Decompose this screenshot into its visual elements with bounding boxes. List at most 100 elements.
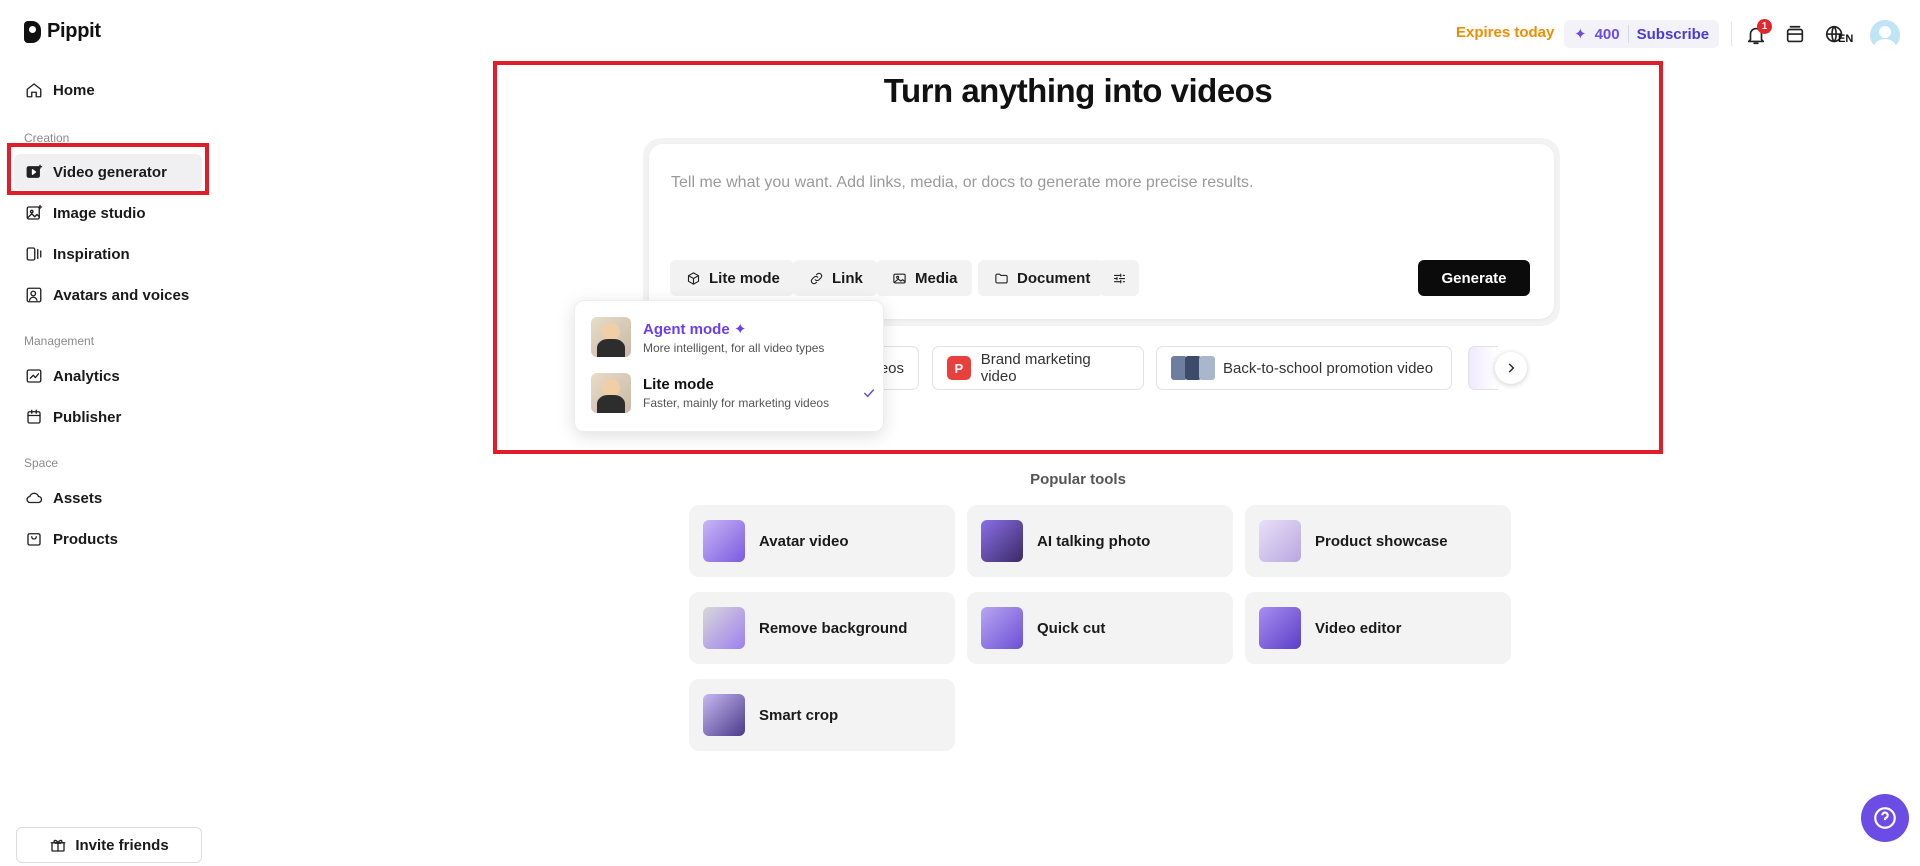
sidebar-item-assets[interactable]: Assets [14,480,202,516]
sidebar-item-label: Assets [53,489,103,507]
suggestion-chip-back-to-school[interactable]: Back-to-school promotion video [1156,346,1452,390]
suggestion-thumbnail [1171,356,1215,380]
pippit-logo[interactable]: Pippit [24,20,101,43]
page-title: Turn anything into videos [883,72,1273,109]
sidebar-item-analytics[interactable]: Analytics [14,358,202,394]
sidebar-item-label: Image studio [53,204,146,222]
mode-selector-button[interactable]: Lite mode [670,260,794,296]
avatar-video-thumbnail [703,520,745,562]
tool-label: Quick cut [1037,619,1106,637]
sidebar-item-label: Products [53,530,119,548]
credits-divider [1627,25,1629,43]
smart-crop-thumbnail [703,694,745,736]
quick-cut-thumbnail [981,607,1023,649]
credits-count: 400 [1594,25,1620,43]
tool-avatar-video[interactable]: Avatar video [689,505,955,577]
invite-friends-label: Invite friends [75,836,169,854]
lite-mode-title: Lite mode [643,376,714,393]
tool-video-editor[interactable]: Video editor [1245,592,1511,664]
sidebar-item-label: Avatars and voices [53,286,190,304]
sidebar-item-products[interactable]: Products [14,521,202,557]
gift-icon [49,836,67,854]
section-label-space: Space [24,456,59,470]
media-button[interactable]: Media [876,260,972,296]
product-showcase-thumbnail [1259,520,1301,562]
help-button[interactable] [1861,794,1909,842]
bag-icon [25,530,43,548]
image-icon [890,269,908,287]
sliders-icon [1110,269,1128,287]
calendar-icon [25,408,43,426]
checkmark-icon [861,385,877,406]
prompt-input[interactable]: Tell me what you want. Add links, media,… [671,174,1254,192]
suggestion-chip-brand-marketing[interactable]: P Brand marketing video [932,346,1144,390]
link-label: Link [832,269,863,287]
mode-dropdown-menu: Agent mode ✦ More intelligent, for all v… [574,300,884,432]
question-icon [1874,807,1896,829]
tool-quick-cut[interactable]: Quick cut [967,592,1233,664]
suggestion-label: Back-to-school promotion video [1223,359,1434,377]
sidebar-item-label: Inspiration [53,245,130,263]
sidebar-item-image-studio[interactable]: Image studio [14,195,202,231]
suggestion-label: Brand marketing video [980,351,1091,385]
media-label: Media [915,269,958,287]
wallet-icon[interactable] [1782,22,1808,48]
video-generator-icon [25,163,43,181]
popular-tools-heading: Popular tools [1030,471,1126,488]
tool-label: AI talking photo [1037,532,1151,550]
lite-mode-description: Faster, mainly for marketing videos [643,396,830,410]
tool-product-showcase[interactable]: Product showcase [1245,505,1511,577]
notification-badge: 1 [1757,19,1772,34]
document-button[interactable]: Document [978,260,1105,296]
chart-icon [25,367,43,385]
ai-talking-photo-thumbnail [981,520,1023,562]
settings-button[interactable] [1099,260,1139,296]
lite-mode-thumbnail [591,373,631,413]
link-icon [807,269,825,287]
language-code[interactable]: EN [1838,33,1853,45]
link-button[interactable]: Link [793,260,877,296]
expires-notice[interactable]: Expires today [1456,24,1554,41]
prompt-box[interactable]: Tell me what you want. Add links, media,… [649,144,1554,319]
tool-label: Smart crop [759,706,839,724]
chevron-right-icon [1508,363,1515,373]
user-avatar[interactable] [1870,20,1900,50]
suggestion-chip-partial [1468,346,1498,390]
tool-smart-crop[interactable]: Smart crop [689,679,955,751]
inspiration-icon [25,245,43,263]
section-label-management: Management [24,334,95,348]
sidebar-item-publisher[interactable]: Publisher [14,399,202,435]
sidebar-item-avatars-voices[interactable]: Avatars and voices [14,277,202,313]
sidebar-item-label: Analytics [53,367,120,385]
sidebar-item-home[interactable]: Home [14,72,202,108]
sparkle-icon: ✦ [733,320,747,338]
topbar-divider [1731,22,1732,46]
mode-option-lite[interactable]: Lite mode Faster, mainly for marketing v… [591,371,875,415]
invite-friends-button[interactable]: Invite friends [16,827,202,863]
suggestions-next-button[interactable] [1495,352,1527,384]
sidebar-item-label: Home [53,81,95,99]
tool-label: Remove background [759,619,908,637]
sidebar-item-inspiration[interactable]: Inspiration [14,236,202,272]
avatar-voice-icon [25,286,43,304]
cube-icon [684,269,702,287]
sidebar-item-label: Publisher [53,408,122,426]
mode-option-agent[interactable]: Agent mode ✦ More intelligent, for all v… [591,315,871,359]
brand-badge: P [947,356,971,380]
app-name: Pippit [47,20,101,42]
tool-remove-background[interactable]: Remove background [689,592,955,664]
generate-button[interactable]: Generate [1418,260,1530,296]
notification-bell-icon[interactable]: 1 [1743,19,1772,48]
sidebar-item-video-generator[interactable]: Video generator [14,154,202,190]
credits-pill[interactable]: ✦ 400 Subscribe [1564,20,1720,48]
mode-label: Lite mode [709,269,780,287]
tool-ai-talking-photo[interactable]: AI talking photo [967,505,1233,577]
document-label: Document [1017,269,1091,287]
tool-label: Avatar video [759,532,849,550]
cloud-icon [25,489,43,507]
sidebar-item-label: Video generator [53,163,167,181]
tool-label: Product showcase [1315,532,1448,550]
subscribe-link[interactable]: Subscribe [1637,26,1710,43]
sidebar: Pippit Home Creation Video generator Ima… [0,0,210,866]
agent-mode-thumbnail [591,317,631,357]
